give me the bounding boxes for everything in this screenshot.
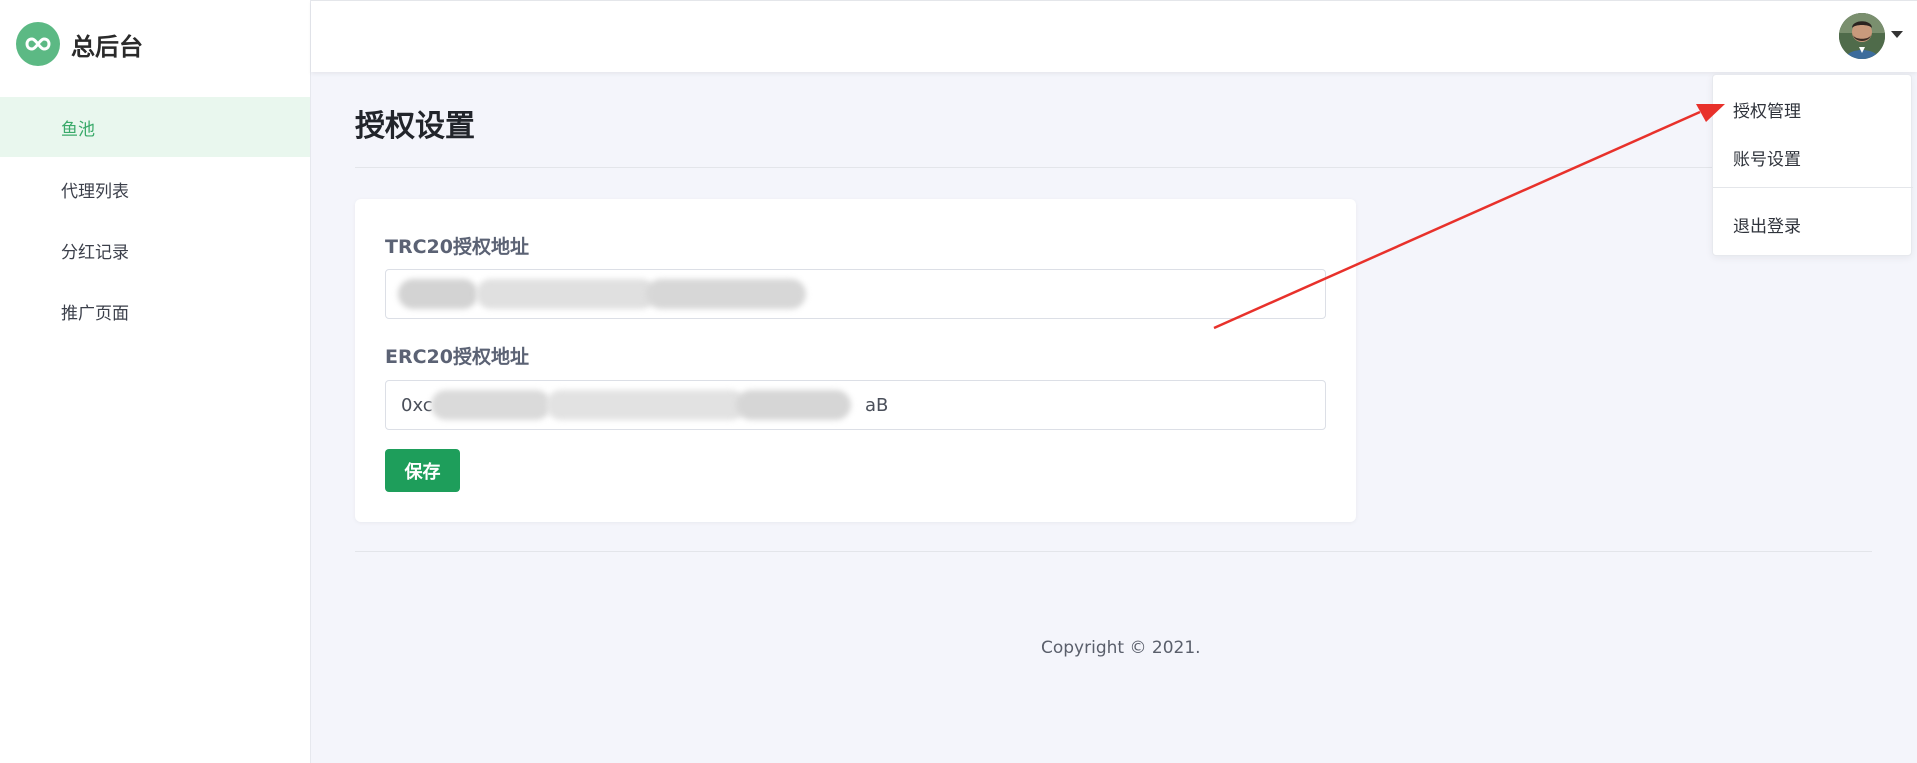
redacted-text	[476, 279, 656, 309]
sidebar-item-dividend-records[interactable]: 分红记录	[0, 220, 310, 280]
page-title: 授权设置	[355, 109, 475, 144]
chevron-down-icon[interactable]	[1891, 31, 1903, 38]
menu-item-auth-management[interactable]: 授权管理	[1733, 97, 1801, 122]
redacted-text	[431, 390, 551, 420]
menu-item-account-settings[interactable]: 账号设置	[1733, 145, 1801, 170]
infinity-logo-icon	[16, 22, 60, 66]
save-button[interactable]: 保存	[385, 449, 460, 492]
brand[interactable]: 总后台	[16, 22, 143, 66]
erc20-value-suffix: aB	[865, 394, 889, 416]
menu-item-logout[interactable]: 退出登录	[1733, 212, 1801, 237]
sidebar-item-promo-page[interactable]: 推广页面	[0, 281, 310, 341]
redacted-text	[398, 279, 478, 309]
divider	[355, 167, 1872, 168]
sidebar-item-label: 推广页面	[61, 303, 129, 324]
redacted-text	[736, 390, 851, 420]
redacted-text	[646, 279, 806, 309]
menu-divider	[1713, 187, 1913, 188]
trc20-address-input[interactable]	[385, 269, 1326, 319]
trc20-label: TRC20授权地址	[385, 236, 529, 258]
copyright-text: Copyright © 2021.	[1041, 638, 1201, 658]
erc20-value-prefix: 0xc	[401, 394, 433, 416]
sidebar-item-agent-list[interactable]: 代理列表	[0, 159, 310, 219]
auth-settings-card: TRC20授权地址 ERC20授权地址 0xc aB 保存	[355, 199, 1356, 522]
sidebar-item-label: 鱼池	[61, 119, 95, 140]
user-avatar[interactable]	[1839, 13, 1885, 59]
user-dropdown-menu: 授权管理 账号设置 退出登录	[1712, 74, 1913, 256]
sidebar-item-label: 代理列表	[61, 181, 129, 202]
brand-title: 总后台	[71, 32, 143, 61]
erc20-label: ERC20授权地址	[385, 346, 529, 368]
erc20-address-input[interactable]: 0xc aB	[385, 380, 1326, 430]
sidebar: 总后台 鱼池 代理列表 分红记录 推广页面	[0, 0, 311, 763]
sidebar-item-fish-pool[interactable]: 鱼池	[0, 97, 310, 157]
top-bar	[311, 0, 1917, 72]
divider	[355, 551, 1872, 552]
sidebar-item-label: 分红记录	[61, 242, 129, 263]
redacted-text	[546, 390, 746, 420]
